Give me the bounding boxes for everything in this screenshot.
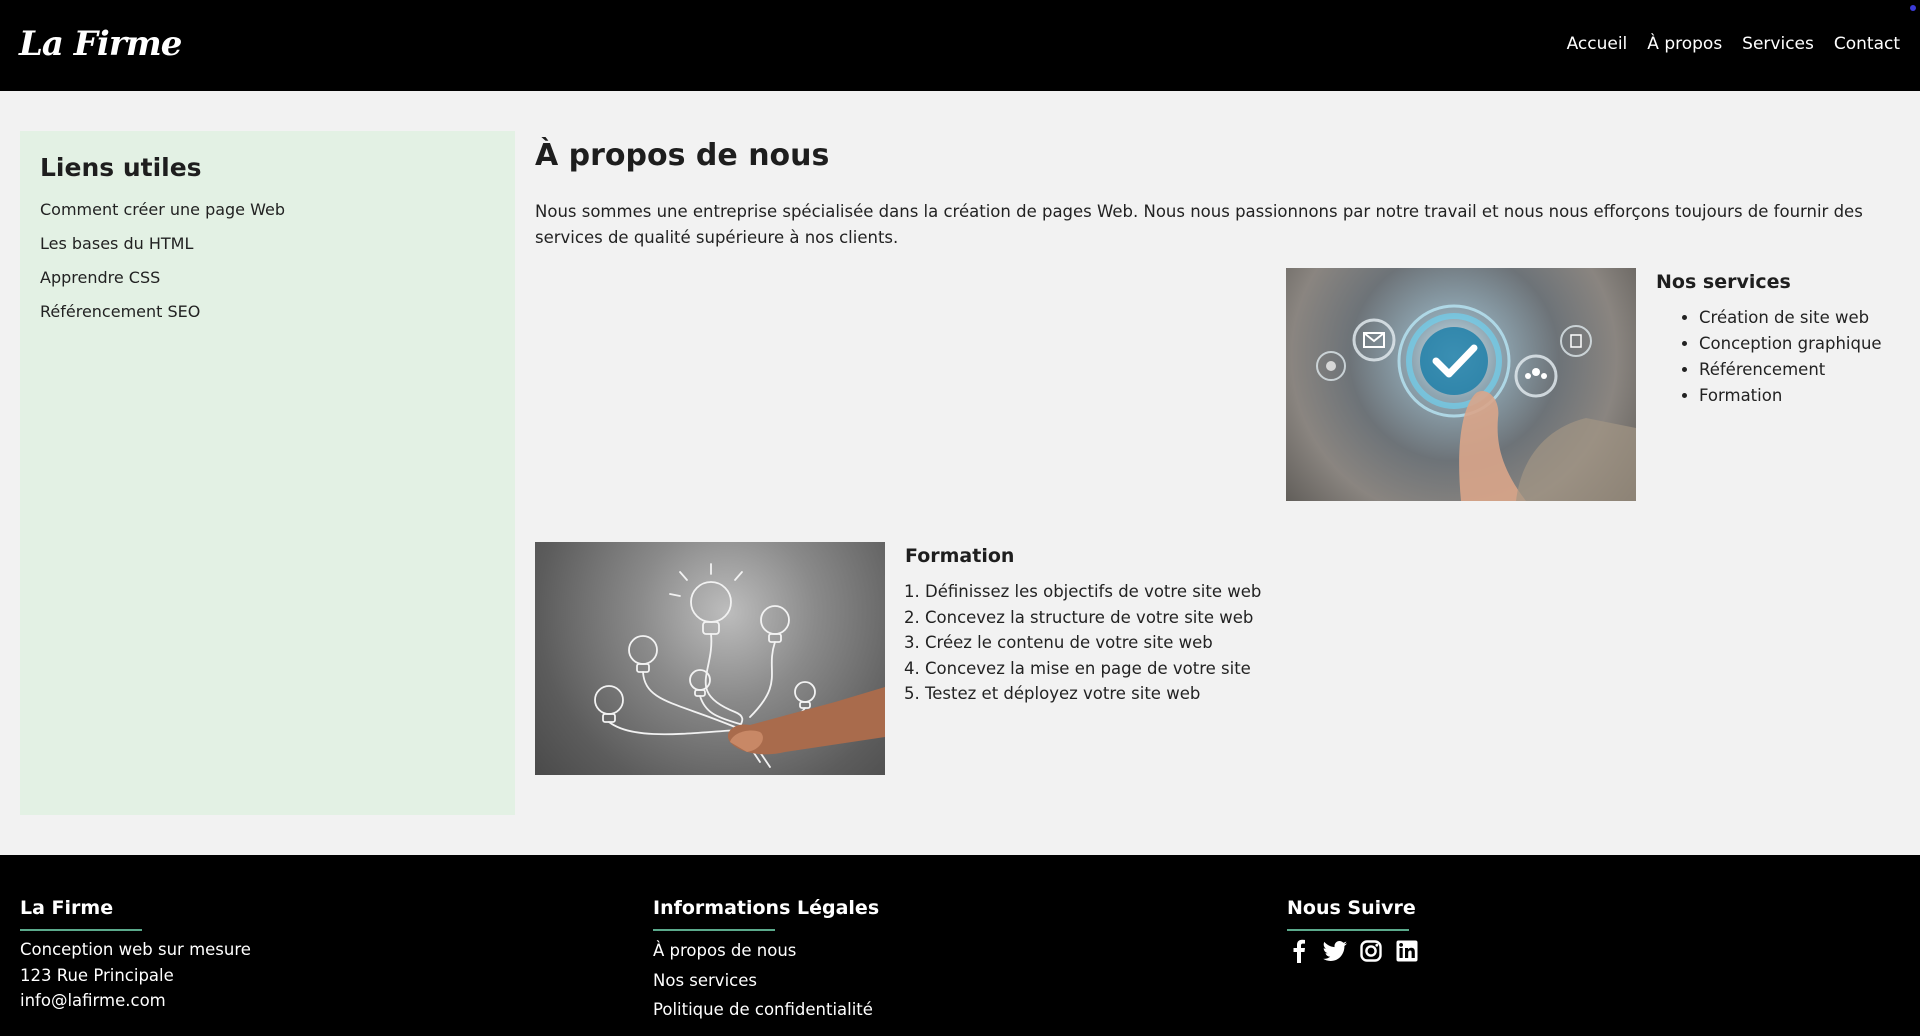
touch-checkmark-illustration [1316, 304, 1636, 501]
footer-divider [653, 929, 775, 931]
footer-divider [20, 929, 142, 931]
formation-title: Formation [905, 545, 1015, 567]
nav-services[interactable]: Services [1742, 34, 1814, 54]
footer-divider [1287, 929, 1409, 931]
footer-company: La Firme Conception web sur mesure 123 R… [20, 897, 251, 1014]
services-block: Nos services Création de site web Concep… [1656, 271, 1882, 409]
services-title: Nos services [1656, 271, 1791, 293]
services-list: Création de site web Conception graphiqu… [1656, 305, 1882, 409]
list-item: Concevez la structure de votre site web [925, 605, 1261, 631]
sidebar-item: Les bases du HTML [40, 234, 495, 253]
main-content: À propos de nous Nous sommes une entrepr… [535, 131, 1900, 775]
indicator-dot [1910, 5, 1916, 11]
site-header: La Firme Accueil À propos Services Conta… [0, 0, 1920, 91]
sidebar-useful-links: Liens utiles Comment créer une page Web … [20, 131, 515, 815]
twitter-icon[interactable] [1323, 939, 1347, 963]
list-item: Création de site web [1699, 305, 1882, 331]
instagram-icon[interactable] [1359, 939, 1383, 963]
list-item: Testez et déployez votre site web [925, 681, 1261, 707]
list-item: Créez le contenu de votre site web [925, 630, 1261, 656]
nav-contact[interactable]: Contact [1834, 34, 1900, 54]
sidebar-item: Comment créer une page Web [40, 200, 495, 219]
list-item: Définissez les objectifs de votre site w… [925, 579, 1261, 605]
footer-company-title: La Firme [20, 897, 114, 919]
list-item: Référencement [1699, 357, 1882, 383]
footer-email: info@lafirme.com [20, 991, 166, 1010]
nav-accueil[interactable]: Accueil [1567, 34, 1628, 54]
footer-social-title: Nous Suivre [1287, 897, 1416, 919]
facebook-icon[interactable] [1287, 939, 1311, 963]
sidebar-title: Liens utiles [40, 153, 202, 182]
footer-social: Nous Suivre [1287, 897, 1419, 963]
lightbulbs-illustration [594, 563, 885, 768]
services-image [1286, 268, 1636, 501]
site-footer: La Firme Conception web sur mesure 123 R… [0, 855, 1920, 1036]
list-item: Conception graphique [1699, 331, 1882, 357]
link-html-basics[interactable]: Les bases du HTML [40, 234, 193, 253]
footer-address: 123 Rue Principale [20, 965, 174, 985]
page-title: À propos de nous [535, 138, 830, 173]
footer-legal-title: Informations Légales [653, 897, 880, 919]
list-item: Formation [1699, 383, 1882, 409]
footer-link-services[interactable]: Nos services [653, 966, 879, 997]
social-icons [1287, 939, 1419, 963]
formation-block: Formation Définissez les objectifs de vo… [905, 545, 1261, 707]
linkedin-icon[interactable] [1395, 939, 1419, 963]
footer-link-privacy[interactable]: Politique de confidentialité [653, 995, 879, 1026]
formation-steps: Définissez les objectifs de votre site w… [905, 579, 1261, 707]
footer-legal: Informations Légales À propos de nous No… [653, 897, 879, 1026]
link-learn-css[interactable]: Apprendre CSS [40, 268, 160, 287]
list-item: Concevez la mise en page de votre site [925, 656, 1261, 682]
sidebar-link-list: Comment créer une page Web Les bases du … [40, 200, 495, 321]
link-create-web-page[interactable]: Comment créer une page Web [40, 200, 285, 219]
link-seo[interactable]: Référencement SEO [40, 302, 200, 321]
site-logo[interactable]: La Firme [19, 24, 182, 64]
sidebar-item: Apprendre CSS [40, 268, 495, 287]
sidebar-item: Référencement SEO [40, 302, 495, 321]
footer-tagline: Conception web sur mesure [20, 940, 251, 959]
formation-image [535, 542, 885, 775]
main-nav: Accueil À propos Services Contact [1567, 34, 1900, 54]
footer-link-about[interactable]: À propos de nous [653, 936, 879, 967]
intro-paragraph: Nous sommes une entreprise spécialisée d… [535, 202, 1863, 247]
nav-a-propos[interactable]: À propos [1647, 34, 1722, 54]
